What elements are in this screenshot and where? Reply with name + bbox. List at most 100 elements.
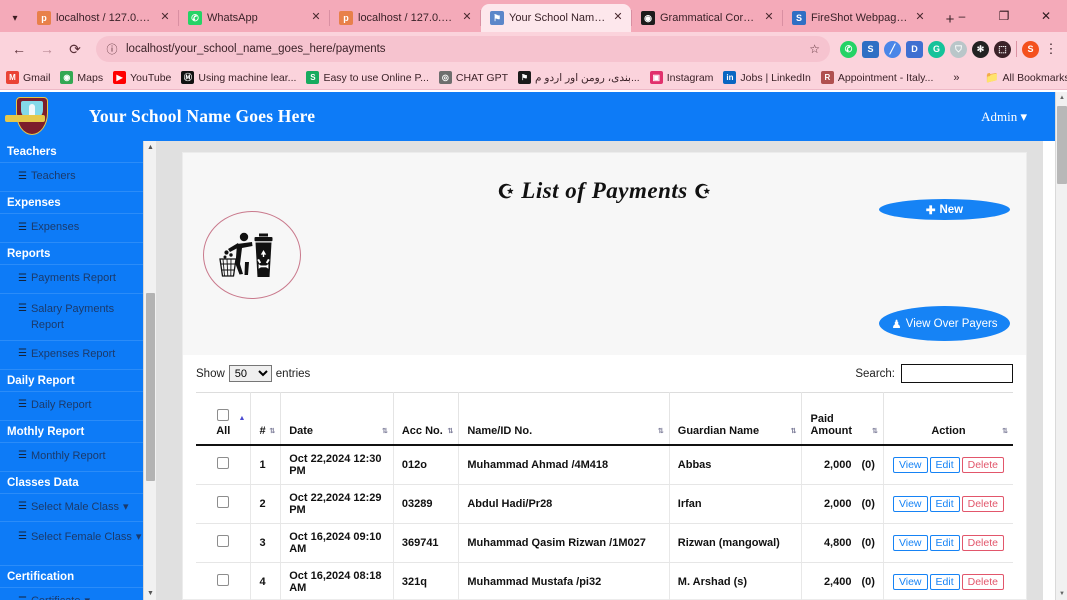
bookmarks-overflow-icon[interactable]: » [953,72,959,84]
row-select-cell[interactable] [196,484,252,524]
docs-extension-icon[interactable]: D [906,40,923,58]
maximize-button[interactable]: ❐ [983,0,1025,32]
column-name-id[interactable]: Name/ID No. ⇅ [458,392,670,446]
sidebar-item-daily-report[interactable]: ☰ Daily Report [0,392,143,421]
edit-button[interactable]: Edit [929,456,960,473]
browser-menu-icon[interactable]: ⋮ [1041,42,1061,55]
tab-close-icon[interactable]: ✕ [762,11,776,25]
row-select-cell[interactable] [196,562,252,600]
row-checkbox[interactable] [217,457,230,469]
shield-extension-icon[interactable]: ⛉ [950,40,967,58]
delete-button[interactable]: Delete [961,534,1004,551]
sidebar-item-select-female-class[interactable]: ☰ Select Female Class ▾ [0,522,143,567]
sidebar-item-expenses-report[interactable]: ☰ Expenses Report [0,341,143,370]
chevron-down-icon: ▾ [1020,108,1027,124]
browser-tab[interactable]: p localhost / 127.0.0.1 ✕ [28,4,178,32]
sidebar-item-monthly-report[interactable]: ☰ Monthly Report [0,443,143,472]
view-button[interactable]: View [892,456,928,473]
view-button[interactable]: View [892,573,928,590]
bookmark-star-icon[interactable]: ☆ [809,42,824,56]
user-menu[interactable]: Admin ▾ [981,109,1027,125]
row-select-cell[interactable] [196,523,252,563]
sidebar[interactable]: Teachers ☰ Teachers Expenses ☰ Expenses Report… [0,141,143,600]
edit-button[interactable]: Edit [929,495,960,512]
new-payment-button[interactable]: ✚ New [879,199,1010,220]
back-icon[interactable]: ← [6,36,32,62]
bookmark-item[interactable]: ◉ Maps [60,71,103,84]
delete-button[interactable]: Delete [961,495,1004,512]
row-checkbox[interactable] [217,535,230,547]
sidebar-scrollbar[interactable]: ▲ ▼ [143,141,156,600]
column-action[interactable]: Action ⇅ [883,392,1013,446]
column-paid-amount[interactable]: Paid Amount ⇅ [801,392,884,446]
sidebar-scroll-thumb[interactable] [146,293,155,481]
bookmark-item[interactable]: ⚑ بندی، رومن اور اردو م... [518,71,640,84]
browser-tab[interactable]: ✆ WhatsApp ✕ [179,4,329,32]
browser-tab[interactable]: S FireShot Webpage S ✕ [783,4,933,32]
tab-close-icon[interactable]: ✕ [309,11,323,25]
row-checkbox[interactable] [217,496,230,508]
plus-icon: ✚ [925,204,936,217]
reload-icon[interactable]: ⟳ [62,36,88,62]
whatsapp-extension-icon[interactable]: ✆ [840,40,857,58]
view-over-payers-button[interactable]: ♟ View Over Payers [879,306,1010,341]
column-guardian[interactable]: Guardian Name ⇅ [669,392,803,446]
view-button[interactable]: View [892,495,928,512]
sidebar-item-expenses[interactable]: ☰ Expenses [0,214,143,243]
grammarly-extension-icon[interactable]: G [928,40,945,58]
bookmark-item[interactable]: Ⓜ Using machine lear... [181,71,296,84]
row-checkbox[interactable] [217,574,230,586]
sidebar-item-select-male-class[interactable]: ☰ Select Male Class ▾ [0,494,143,523]
school-crest-logo[interactable] [5,95,55,139]
select-all-checkbox[interactable] [217,408,230,421]
minimize-button[interactable]: – [941,0,983,32]
site-info-icon[interactable]: ⓘ [105,36,119,62]
column-select-all[interactable]: All ▲ [196,392,252,446]
sidebar-item-salary-payments-report[interactable]: ☰ Salary Payments Report [0,294,143,341]
column-acc-no[interactable]: Acc No. ⇅ [393,392,460,446]
bookmark-item[interactable]: S Easy to use Online P... [306,71,429,84]
tab-close-icon[interactable]: ✕ [913,11,927,25]
edit-button[interactable]: Edit [929,534,960,551]
sidebar-item-payments-report[interactable]: ☰ Payments Report [0,265,143,294]
delete-button[interactable]: Delete [961,456,1004,473]
profile-avatar[interactable]: S [1022,40,1039,58]
tab-search-icon[interactable]: ▾ [2,4,28,32]
tab-close-icon[interactable]: ✕ [460,11,474,25]
browser-tab[interactable]: ◉ Grammatical Correct ✕ [632,4,782,32]
card-header: ☪ List of Payments ☪ ✚ New ♟ View Over P… [183,153,1026,355]
bookmark-item[interactable]: M Gmail [6,71,50,84]
fireshot-extension-icon[interactable]: S [862,40,879,58]
column-date[interactable]: Date ⇅ [280,392,394,446]
address-bar[interactable]: ⓘ localhost/your_school_name_goes_here/p… [96,36,830,62]
sidebar-item-certificate[interactable]: ☰ Certificate ▾ [0,588,143,600]
column-index[interactable]: # ⇅ [250,392,282,446]
page-scroll-down-icon[interactable]: ▼ [1056,588,1067,600]
page-scrollbar[interactable]: ▲ ▼ [1055,92,1067,600]
bookmark-item[interactable]: R Appointment - Italy... [820,71,933,84]
puzzle-extension-icon[interactable]: ⬚ [994,40,1011,58]
bird-extension-icon[interactable]: ✻ [972,40,989,58]
browser-tab[interactable]: p localhost / 127.0.0.1 ✕ [330,4,480,32]
view-button[interactable]: View [892,534,928,551]
pen-extension-icon[interactable]: ╱ [884,40,901,58]
browser-tab-active[interactable]: ⚑ Your School Name G ✕ [481,4,631,32]
tab-close-icon[interactable]: ✕ [611,11,625,25]
sidebar-item-label: Payments Report [30,271,116,284]
close-window-button[interactable]: ✕ [1025,0,1067,32]
bookmark-item[interactable]: ◎ CHAT GPT [438,71,508,84]
tab-close-icon[interactable]: ✕ [158,11,172,25]
delete-button[interactable]: Delete [961,573,1004,590]
page-length-select[interactable]: 102550100 [228,365,272,382]
edit-button[interactable]: Edit [929,573,960,590]
bookmark-item[interactable]: ▣ Instagram [649,71,713,84]
page-scroll-thumb[interactable] [1057,106,1067,184]
row-select-cell[interactable] [196,444,252,485]
bookmark-item[interactable]: in Jobs | LinkedIn [723,71,811,84]
search-input[interactable] [901,364,1013,383]
all-bookmarks-button[interactable]: 📁 All Bookmarks [985,71,1067,85]
sidebar-item-teachers[interactable]: ☰ Teachers [0,163,143,192]
page-scroll-up-icon[interactable]: ▲ [1056,92,1067,104]
forward-icon[interactable]: → [34,36,60,62]
bookmark-item[interactable]: ▶ YouTube [113,71,171,84]
